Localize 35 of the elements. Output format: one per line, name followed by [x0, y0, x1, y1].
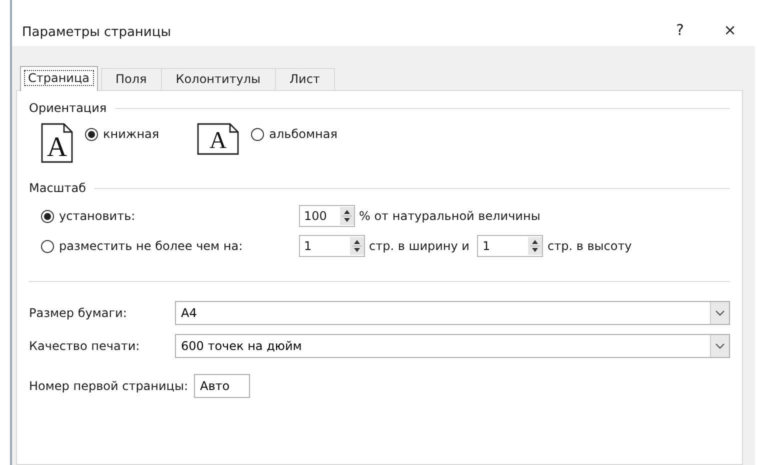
dropdown[interactable]: 600 точек на дюйм [175, 334, 730, 358]
radio-option[interactable]: установить: [41, 209, 299, 223]
group-title: Ориентация [29, 101, 107, 115]
window-title: Параметры страницы [22, 24, 172, 40]
chevron-down-icon [715, 310, 725, 316]
unit-label: стр. в высоту [547, 239, 632, 253]
page-letter: A [46, 132, 68, 163]
group-title: Масштаб [29, 181, 86, 195]
field-label: Размер бумаги: [29, 306, 128, 320]
field-label: Качество печати: [29, 338, 141, 352]
radio-option[interactable]: книжная [85, 127, 160, 141]
number-spinner[interactable]: 1 [299, 235, 365, 257]
close-button[interactable]: × [705, 3, 755, 43]
unit-label: % от натуральной величины [359, 209, 540, 223]
help-button[interactable]: ? [655, 3, 705, 43]
number-spinner[interactable]: 1 [477, 235, 544, 257]
radio-button[interactable] [85, 128, 98, 140]
radio-option[interactable]: разместить не более чем на: [41, 239, 299, 253]
chevron-down-icon [715, 342, 725, 348]
field-label: Номер первой страницы: [29, 379, 188, 393]
input-field[interactable]: Авто [194, 374, 250, 398]
dropdown[interactable]: A4 [175, 300, 730, 324]
unit-label: стр. в ширину и [369, 239, 470, 253]
tab[interactable]: Страница [20, 66, 98, 91]
spin-arrows-icon[interactable] [350, 237, 364, 255]
number-spinner[interactable]: 100 [299, 205, 355, 227]
page-letter: A [209, 128, 227, 154]
radio-button[interactable] [41, 240, 54, 252]
tab[interactable]: Лист [274, 68, 335, 90]
tab[interactable]: Поля [100, 68, 162, 90]
spin-arrows-icon[interactable] [340, 207, 354, 225]
radio-button[interactable] [41, 210, 54, 222]
spin-arrows-icon[interactable] [528, 237, 542, 255]
radio-button[interactable] [251, 128, 264, 140]
radio-option[interactable]: альбомная [251, 127, 338, 141]
